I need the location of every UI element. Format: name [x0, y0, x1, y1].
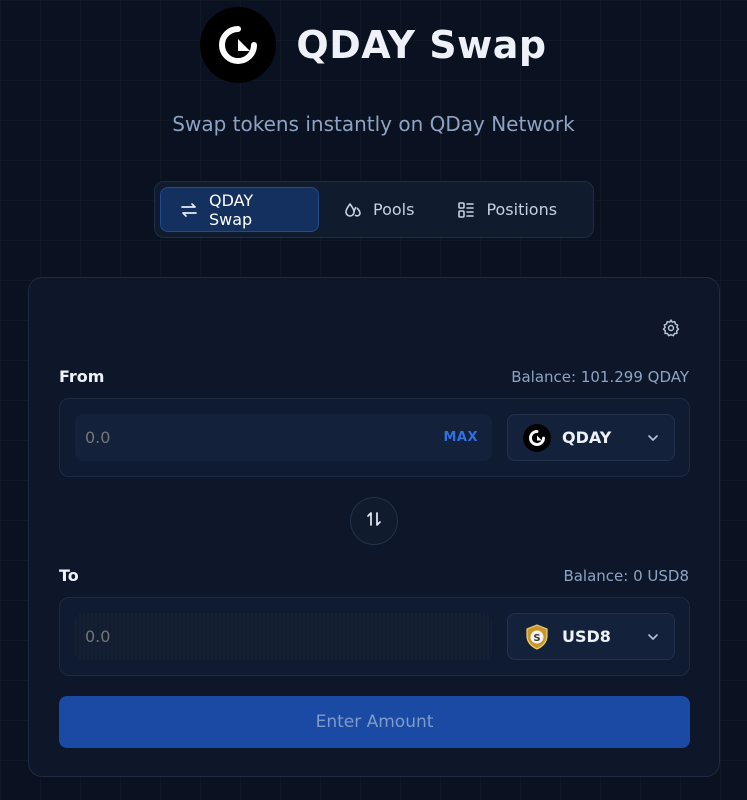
swap-card: From Balance: 101.299 QDAY MAX QDAY	[28, 277, 720, 777]
svg-text:S: S	[533, 633, 540, 644]
to-amount-input	[85, 627, 415, 646]
max-button[interactable]: MAX	[443, 430, 478, 445]
tab-label: Positions	[486, 200, 558, 219]
gear-icon[interactable]	[659, 316, 683, 340]
from-token-name: QDAY	[562, 428, 612, 447]
from-label: From	[59, 367, 105, 386]
tab-qday-swap[interactable]: QDAY Swap	[160, 187, 319, 232]
to-field: S USD8	[59, 597, 690, 676]
qday-logo-icon	[200, 7, 277, 83]
to-amount-container	[75, 613, 492, 660]
list-layout-icon	[456, 200, 476, 220]
swap-arrows-icon	[179, 200, 199, 220]
tab-label: QDAY Swap	[209, 190, 254, 229]
tab-pools[interactable]: Pools	[325, 187, 432, 232]
from-balance: Balance: 101.299 QDAY	[511, 368, 689, 386]
to-token-select[interactable]: S USD8	[507, 613, 675, 660]
tab-label: Pools	[373, 200, 415, 219]
from-amount-container: MAX	[75, 414, 492, 461]
qday-token-icon	[523, 423, 551, 452]
header: QDAY Swap	[0, 7, 747, 83]
nav-tabs: QDAY Swap Pools Positions	[154, 181, 594, 238]
page-title: QDAY Swap	[296, 23, 547, 67]
from-field: MAX QDAY	[59, 398, 690, 477]
from-amount-input[interactable]	[85, 428, 415, 447]
tab-positions[interactable]: Positions	[438, 187, 575, 232]
to-token-name: USD8	[562, 627, 611, 646]
droplets-icon	[343, 200, 363, 220]
chevron-down-icon	[646, 630, 660, 644]
chevron-down-icon	[646, 431, 660, 445]
switch-tokens-button[interactable]	[350, 497, 398, 545]
to-label: To	[59, 566, 79, 585]
page-subtitle: Swap tokens instantly on QDay Network	[172, 112, 575, 136]
to-balance: Balance: 0 USD8	[563, 567, 689, 585]
usd8-shield-icon: S	[523, 623, 551, 651]
swap-vertical-icon	[364, 509, 384, 533]
enter-amount-button[interactable]: Enter Amount	[59, 696, 690, 748]
from-token-select[interactable]: QDAY	[507, 414, 675, 461]
